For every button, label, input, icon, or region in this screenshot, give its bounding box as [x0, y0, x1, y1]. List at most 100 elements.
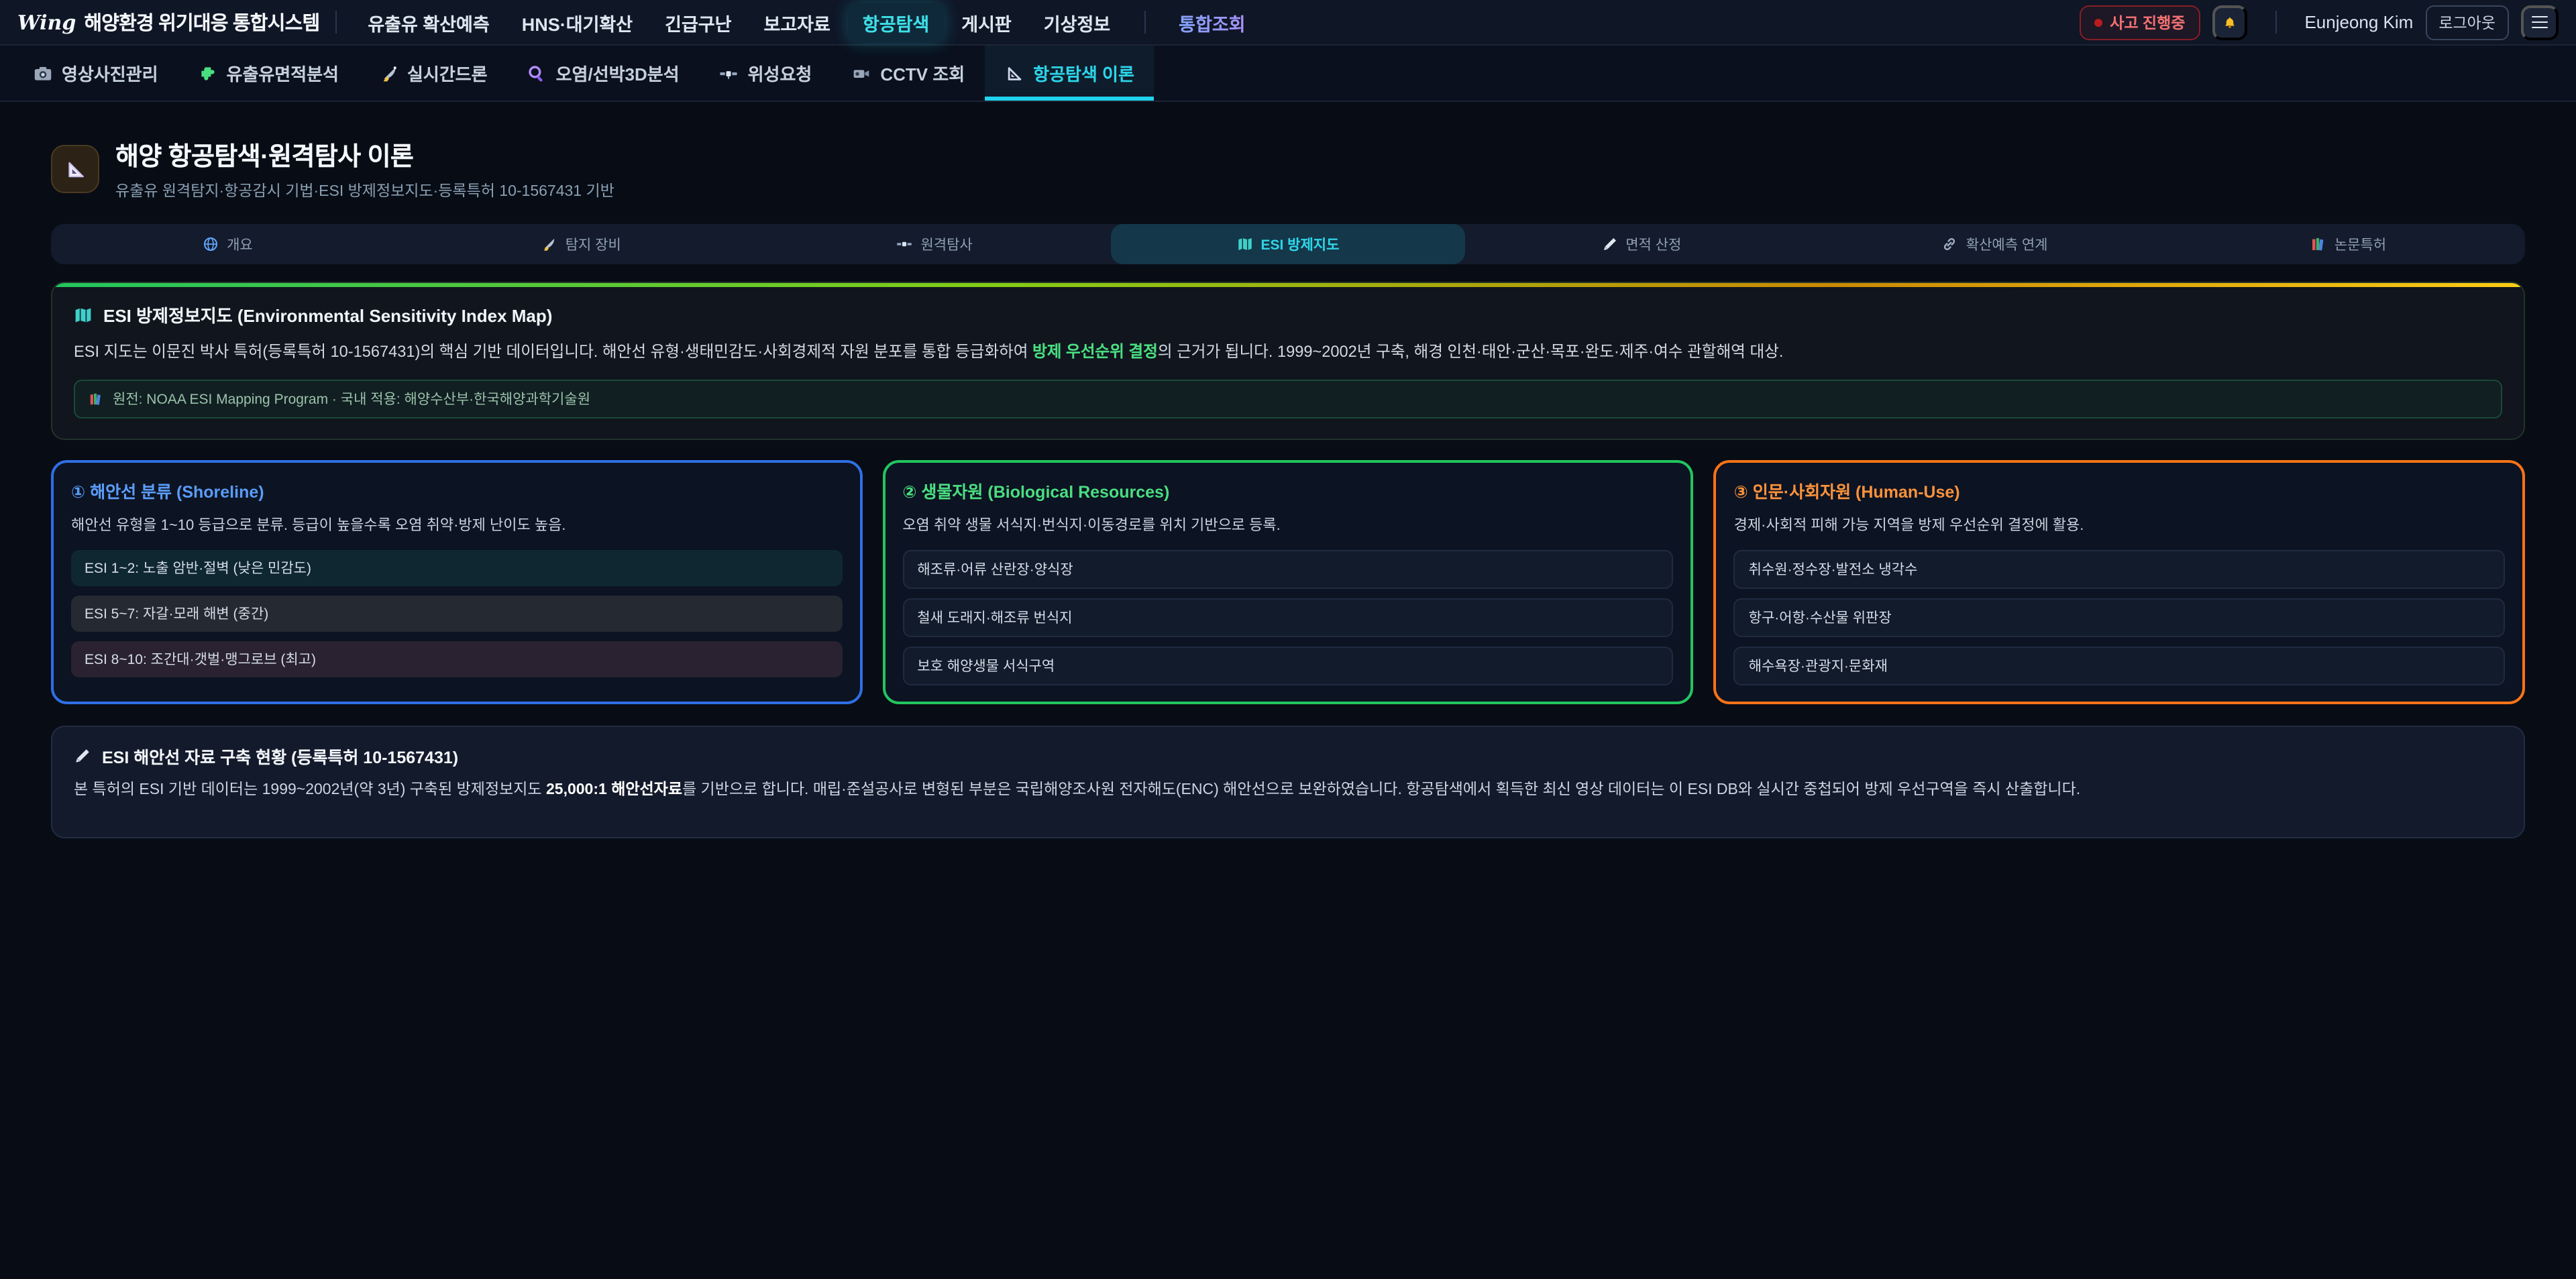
esi-body-highlight: 방제 우선순위 결정: [1032, 342, 1158, 361]
build-panel-body: 본 특허의 ESI 기반 데이터는 1999~2002년(약 3년) 구축된 방…: [74, 779, 2502, 803]
subnav-item-oil-area-analysis[interactable]: 유출유면적분석: [178, 46, 359, 101]
tab-detection-equipment[interactable]: 탐지 장비: [405, 224, 758, 264]
cctv-icon: [852, 64, 871, 82]
build-body-pre: 본 특허의 ESI 기반 데이터는 1999~2002년(약 3년) 구축된 방…: [74, 782, 546, 798]
satellite-icon: [720, 64, 739, 82]
card-shoreline-rows: ESI 1~2: 노출 암반·절벽 (낮은 민감도) ESI 5~7: 자갈·모…: [71, 550, 842, 677]
card-human-use-desc: 경제·사회적 피해 가능 지역을 방제 우선순위 결정에 활용.: [1734, 514, 2505, 535]
main-content: 해양 항공탐색·원격탐사 이론 유출유 원격탐지·항공감시 기법·ESI 방제정…: [0, 102, 2576, 838]
tab-label: 확산예측 연계: [1966, 234, 2048, 254]
nav-item-aerial-search[interactable]: 항공탐색: [848, 2, 944, 42]
app-root: Wing 해양환경 위기대응 통합시스템 유출유 확산예측 HNS·대기확산 긴…: [0, 0, 2576, 1279]
tab-overview[interactable]: 개요: [51, 224, 405, 264]
magnifier-icon: [528, 64, 547, 82]
link-icon: [1942, 236, 1958, 252]
list-item: 철새 도래지·해조류 번식지: [902, 598, 1673, 637]
card-biological-rows: 해조류·어류 산란장·양식장 철새 도래지·해조류 번식지 보호 해양생물 서식…: [902, 550, 1673, 685]
tab-area-calculation[interactable]: 면적 산정: [1464, 224, 1818, 264]
subnav-item-realtime-drone[interactable]: 실시간드론: [359, 46, 508, 101]
bell-icon: [2222, 13, 2236, 32]
card-human-use-rows: 취수원·정수장·발전소 냉각수 항구·어항·수산물 위판장 해수욕장·관광지·문…: [1734, 550, 2505, 685]
page-subtitle: 유출유 원격탐지·항공감시 기법·ESI 방제정보지도·등록특허 10-1567…: [115, 180, 614, 201]
subnav-label: 실시간드론: [407, 60, 488, 86]
user-divider: [2275, 11, 2276, 34]
triangle-ruler-icon: [64, 158, 87, 180]
logo-divider: [335, 11, 337, 34]
incident-status-label: 사고 진행중: [2110, 11, 2185, 33]
nav-item-reports[interactable]: 보고자료: [749, 2, 845, 42]
card-biological-desc: 오염 취약 생물 서식지·번식지·이동경로를 위치 기반으로 등록.: [902, 514, 1673, 535]
page-header-text: 해양 항공탐색·원격탐사 이론 유출유 원격탐지·항공감시 기법·ESI 방제정…: [115, 137, 614, 201]
subnav-label: 항공탐색 이론: [1033, 60, 1134, 86]
camera-icon: [34, 64, 52, 82]
logout-button[interactable]: 로그아웃: [2425, 5, 2509, 40]
notifications-button[interactable]: [2212, 5, 2247, 40]
esi-source-text: 원전: NOAA ESI Mapping Program · 국내 적용: 해양…: [113, 389, 590, 409]
top-bar: Wing 해양환경 위기대응 통합시스템 유출유 확산예측 HNS·대기확산 긴…: [0, 0, 2576, 46]
tab-label: 개요: [227, 234, 253, 254]
tab-label: ESI 방제지도: [1260, 234, 1339, 254]
tab-label: 면적 산정: [1625, 234, 1681, 254]
globe-icon: [203, 236, 219, 252]
tab-diffusion-link[interactable]: 확산예측 연계: [1818, 224, 2171, 264]
subnav-item-satellite-request[interactable]: 위성요청: [700, 46, 833, 101]
subnav-label: CCTV 조회: [880, 60, 965, 86]
triangle-ruler-icon: [1005, 64, 1024, 82]
subnav-label: 유출유면적분석: [227, 60, 339, 86]
top-nav: 유출유 확산예측 HNS·대기확산 긴급구난 보고자료 항공탐색 게시판 기상정…: [353, 2, 1260, 42]
list-item: ESI 1~2: 노출 암반·절벽 (낮은 민감도): [71, 550, 842, 586]
subnav-item-photo-management[interactable]: 영상사진관리: [13, 46, 178, 101]
build-body-bold: 25,000:1 해안선자료: [546, 782, 682, 798]
satellite-dish-icon: [541, 236, 557, 252]
status-dot-icon: [2094, 18, 2102, 26]
list-item: 취수원·정수장·발전소 냉각수: [1734, 550, 2505, 589]
hamburger-icon: [2532, 15, 2548, 17]
nav-item-oil-spread[interactable]: 유출유 확산예측: [353, 2, 504, 42]
incident-status-badge: 사고 진행중: [2079, 5, 2200, 40]
list-item: 해수욕장·관광지·문화재: [1734, 647, 2505, 685]
nav-item-rescue[interactable]: 긴급구난: [650, 2, 746, 42]
sub-nav: 영상사진관리 유출유면적분석 실시간드론 오염/선박3D분석: [0, 46, 2576, 102]
esi-category-cards: ① 해안선 분류 (Shoreline) 해안선 유형을 1~10 등급으로 분…: [51, 460, 2525, 704]
esi-info-panel: ESI 방제정보지도 (Environmental Sensitivity In…: [51, 282, 2525, 440]
tab-esi-map[interactable]: ESI 방제지도: [1112, 224, 1465, 264]
esi-build-status-panel: ESI 해안선 자료 구축 현황 (등록특허 10-1567431) 본 특허의…: [51, 726, 2525, 838]
subnav-label: 위성요청: [748, 60, 812, 86]
build-panel-title-text: ESI 해안선 자료 구축 현황 (등록특허 10-1567431): [102, 743, 458, 769]
page-header-icon-box: [51, 145, 99, 193]
pen-icon: [1601, 236, 1617, 252]
esi-source-note: 원전: NOAA ESI Mapping Program · 국내 적용: 해양…: [74, 380, 2502, 419]
nav-item-board[interactable]: 게시판: [947, 2, 1026, 42]
list-item: ESI 5~7: 자갈·모래 해변 (중간): [71, 596, 842, 632]
top-bar-right: 사고 진행중 Eunjeong Kim 로그아웃: [2079, 5, 2559, 40]
nav-item-weather[interactable]: 기상정보: [1029, 2, 1125, 42]
build-body-post: 를 기반으로 합니다. 매립·준설공사로 변형된 부분은 국립해양조사원 전자해…: [682, 782, 2080, 798]
build-panel-title: ESI 해안선 자료 구축 현황 (등록특허 10-1567431): [74, 743, 2502, 769]
app-logo[interactable]: Wing 해양환경 위기대응 통합시스템: [17, 8, 319, 36]
tab-label: 원격탐사: [920, 234, 972, 254]
tab-papers-patents[interactable]: 논문특허: [2171, 224, 2525, 264]
map-icon: [1236, 236, 1252, 252]
esi-body-post: 의 근거가 됩니다. 1999~2002년 구축, 해경 인천·태안·군산·목포…: [1158, 342, 1784, 361]
subnav-item-aerial-theory[interactable]: 항공탐색 이론: [985, 46, 1155, 101]
nav-item-integrated-search[interactable]: 통합조회: [1164, 2, 1260, 42]
satellite-dish-icon: [379, 64, 398, 82]
nav-item-hns[interactable]: HNS·대기확산: [507, 2, 647, 42]
satellite-icon: [896, 236, 912, 252]
user-name: Eunjeong Kim: [2304, 12, 2413, 32]
subnav-label: 오염/선박3D분석: [556, 60, 680, 86]
tab-label: 논문특허: [2334, 234, 2386, 254]
tab-remote-sensing[interactable]: 원격탐사: [758, 224, 1112, 264]
hamburger-menu-button[interactable]: [2521, 5, 2559, 40]
section-tabs: 개요 탐지 장비 원격탐사: [51, 224, 2525, 264]
list-item: 해조류·어류 산란장·양식장: [902, 550, 1673, 589]
card-shoreline-desc: 해안선 유형을 1~10 등급으로 분류. 등급이 높을수록 오염 취약·방제 …: [71, 514, 842, 535]
subnav-item-pollution-3d-analysis[interactable]: 오염/선박3D분석: [508, 46, 700, 101]
esi-panel-title-text: ESI 방제정보지도 (Environmental Sensitivity In…: [103, 302, 552, 327]
page-title: 해양 항공탐색·원격탐사 이론: [115, 137, 614, 173]
logo-wing-mark: Wing: [17, 10, 76, 34]
card-human-use-title: ③ 인문·사회자원 (Human-Use): [1734, 478, 2505, 503]
books-icon: [2310, 236, 2326, 252]
subnav-item-cctv[interactable]: CCTV 조회: [832, 46, 985, 101]
page-header: 해양 항공탐색·원격탐사 이론 유출유 원격탐지·항공감시 기법·ESI 방제정…: [51, 137, 2525, 201]
